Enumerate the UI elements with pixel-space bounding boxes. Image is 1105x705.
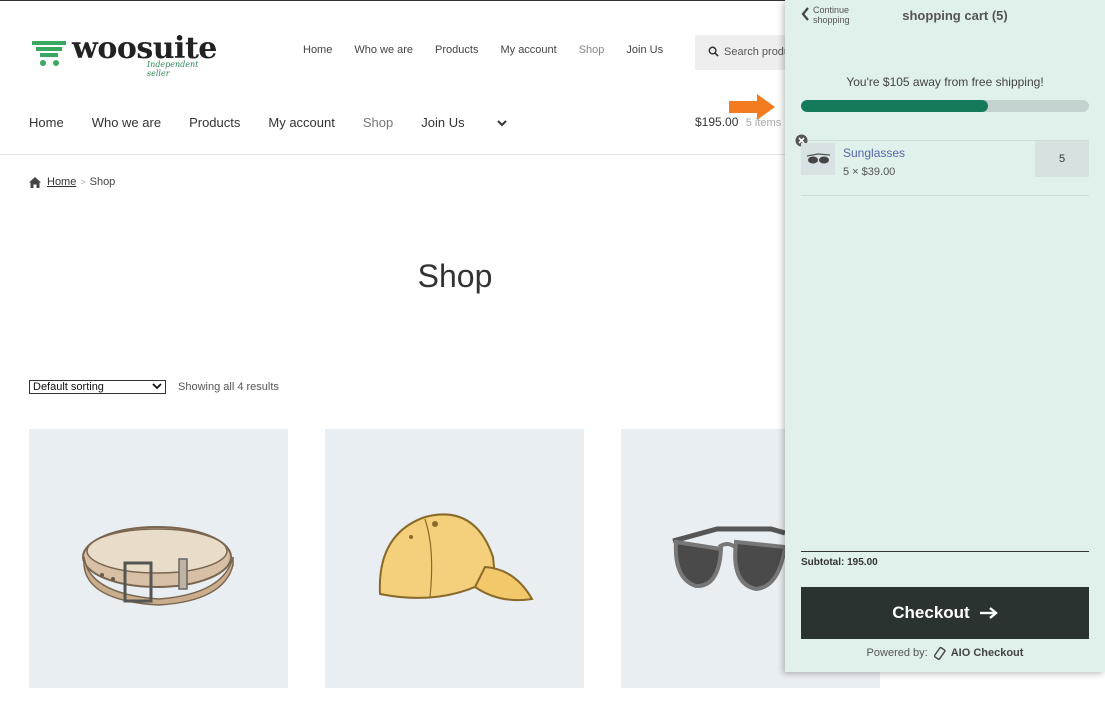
free-shipping-progress-fill: [801, 100, 989, 112]
nav-top-join-us[interactable]: Join Us: [626, 44, 663, 56]
cap-image: [378, 513, 534, 602]
product-card-belt[interactable]: [29, 429, 288, 688]
nav-join-us-label: Join Us: [421, 115, 465, 130]
breadcrumb-current: Shop: [89, 176, 116, 188]
chevron-down-icon: [496, 120, 507, 127]
sorting-select[interactable]: Default sorting: [29, 380, 166, 394]
checkout-button[interactable]: Checkout: [801, 587, 1089, 639]
sunglasses-image: [672, 526, 785, 592]
powered-by: Powered by: AIO Checkout: [785, 646, 1105, 660]
powered-by-label: Powered by:: [866, 647, 928, 659]
sorting-selected: Default sorting: [33, 381, 104, 393]
main-navigation: Home Who we are Products My account Shop…: [29, 115, 535, 130]
site-logo[interactable]: woosuite Independent seller: [32, 31, 222, 78]
breadcrumb: Home > Shop: [29, 176, 115, 188]
cart-item-qty-price: 5 × $39.00: [843, 166, 896, 178]
cart-subtotal: Subtotal: 195.00: [801, 557, 878, 568]
sunglasses-thumbnail-icon: [806, 153, 831, 164]
nav-my-account[interactable]: My account: [268, 115, 334, 130]
cart-logo-icon: [32, 41, 66, 66]
nav-shop[interactable]: Shop: [363, 115, 393, 130]
nav-who-we-are[interactable]: Who we are: [92, 115, 161, 130]
nav-top-home[interactable]: Home: [303, 44, 332, 56]
search-icon: [708, 46, 719, 57]
cart-drawer: Continue shopping shopping cart (5) You'…: [785, 0, 1105, 672]
nav-top-shop[interactable]: Shop: [579, 44, 605, 56]
chevron-down-icon: [152, 383, 162, 390]
top-navigation: Home Who we are Products My account Shop…: [303, 44, 685, 56]
cart-item-name[interactable]: Sunglasses: [843, 146, 905, 160]
cart-title: shopping cart (5): [902, 8, 1008, 23]
belt-image: [82, 526, 234, 606]
checkout-label: Checkout: [892, 603, 970, 622]
annotation-arrow-icon: [729, 94, 775, 120]
nav-products[interactable]: Products: [189, 115, 240, 130]
arrow-right-icon: [979, 607, 998, 619]
aio-checkout-logo-icon: [933, 646, 946, 660]
free-shipping-progress-bar: [801, 100, 1089, 112]
page-title: Shop: [417, 258, 493, 294]
nav-top-who-we-are[interactable]: Who we are: [354, 44, 413, 56]
breadcrumb-home-link[interactable]: Home: [47, 176, 76, 188]
breadcrumb-separator-icon: >: [80, 177, 86, 187]
nav-top-products[interactable]: Products: [435, 44, 478, 56]
free-shipping-message: You're $105 away from free shipping!: [846, 75, 1044, 89]
logo-tagline: Independent seller: [147, 60, 199, 78]
nav-join-us[interactable]: Join Us: [421, 115, 507, 130]
powered-by-name[interactable]: AIO Checkout: [951, 647, 1024, 659]
cart-item-thumbnail[interactable]: [801, 143, 835, 175]
product-card-cap[interactable]: [325, 429, 584, 688]
results-count: Showing all 4 results: [178, 381, 279, 393]
cart-item-quantity-input[interactable]: 5: [1035, 141, 1089, 177]
cart-item: Sunglasses 5 × $39.00 5: [795, 134, 1089, 196]
nav-top-my-account[interactable]: My account: [500, 44, 556, 56]
home-icon: [29, 176, 41, 188]
nav-home[interactable]: Home: [29, 115, 64, 130]
subtotal-divider: [801, 551, 1089, 552]
